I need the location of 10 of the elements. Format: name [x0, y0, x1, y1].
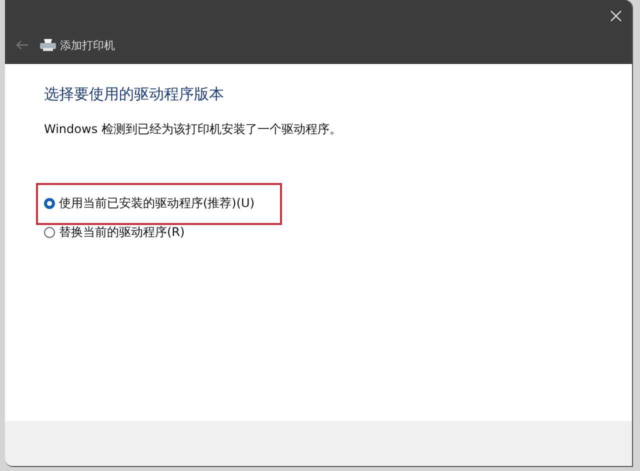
radio-option[interactable]: 替换当前的驱动程序(R): [44, 224, 185, 241]
description-text: Windows 检测到已经为该打印机安装了一个驱动程序。: [44, 121, 342, 138]
printer-icon: [39, 38, 57, 52]
radio-button[interactable]: [44, 227, 55, 238]
page-heading: 选择要使用的驱动程序版本: [44, 84, 225, 104]
radio-button[interactable]: [44, 198, 55, 209]
close-icon[interactable]: [610, 10, 622, 22]
radio-option[interactable]: 使用当前已安装的驱动程序(推荐)(U): [44, 195, 255, 212]
back-arrow-icon[interactable]: [15, 40, 29, 50]
window-title: 添加打印机: [60, 38, 115, 52]
